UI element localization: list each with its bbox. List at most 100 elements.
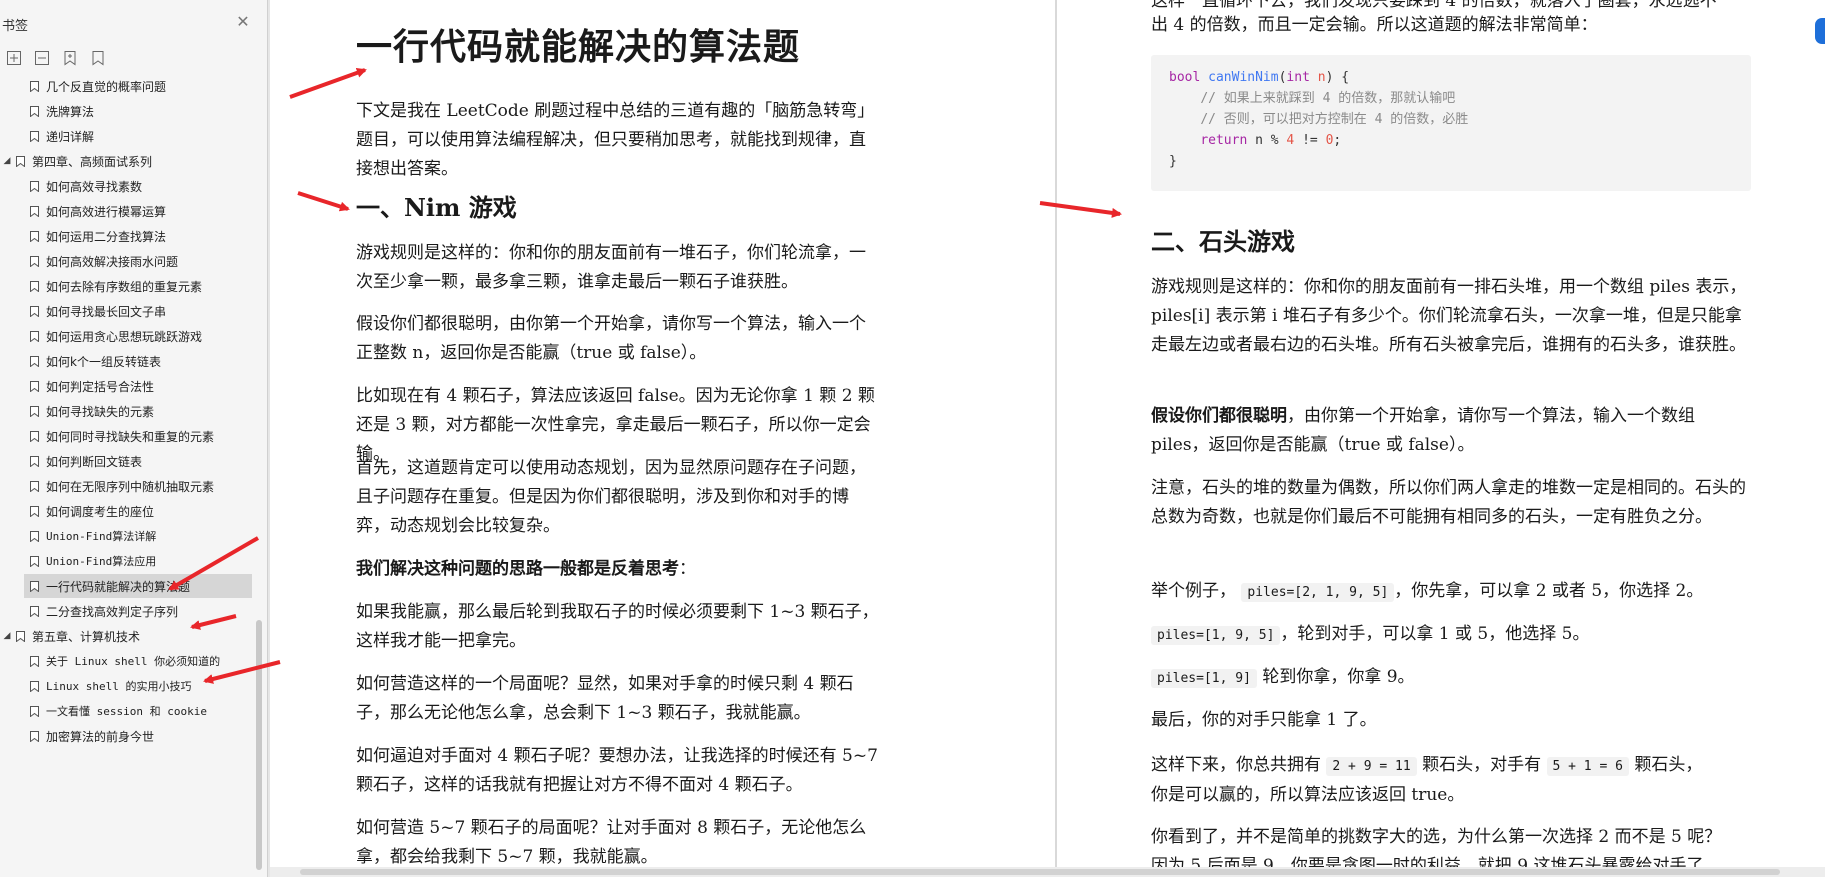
bookmark-item[interactable]: 如何高效解决接雨水问题 [0,249,262,273]
expand-toggle-icon[interactable]: ◢ [2,156,12,166]
bookmark-label: Union-Find算法应用 [46,555,157,568]
bookmark-item[interactable]: 一文看懂 session 和 cookie [0,699,262,723]
bookmark-label: 几个反直觉的概率问题 [46,79,167,94]
bookmark-item[interactable]: 如何判断回文链表 [0,449,262,473]
bookmark-chapter[interactable]: ◢ 第四章、高频面试系列 [0,149,262,173]
bookmark-icon[interactable] [90,50,106,66]
bookmark-icon [30,605,39,617]
bookmark-item[interactable]: 如何判定括号合法性 [0,374,262,398]
bookmark-item[interactable]: 一行代码就能解决的算法题 [24,574,252,598]
paragraph: 如果我能赢，那么最后轮到我取石子的时候必须要剩下 1~3 颗石子，这样我才能一把… [356,602,879,651]
bookmark-item[interactable]: 如何运用贪心思想玩跳跃游戏 [0,324,262,348]
code-block: bool canWinNim(int n) { // 如果上来就踩到 4 的倍数… [1151,55,1751,191]
document-page-left: 一行代码就能解决的算法题 下文是我在 LeetCode 刷题过程中总结的三道有趣… [270,0,1055,877]
paragraph: 假设你们都很聪明，由你第一个开始拿，请你写一个算法，输入一个数组 piles，返… [1151,402,1756,460]
code-param: n [1317,70,1326,85]
section-heading-stone: 二、石头游戏 [1151,227,1295,256]
bookmark-item[interactable]: 几个反直觉的概率问题 [0,74,262,98]
bookmark-item[interactable]: 加密算法的前身今世 [0,724,262,748]
bookmark-item[interactable]: 如何高效进行模幂运算 [0,199,262,223]
bookmark-item[interactable]: 如何运用二分查找算法 [0,224,262,248]
bookmark-label: 二分查找高效判定子序列 [46,604,179,619]
inline-code: 5 + 1 = 6 [1546,757,1629,776]
bookmark-item[interactable]: 如何调度考生的座位 [0,499,262,523]
paragraph: 举个例子， piles=[2, 1, 9, 5] ，你先拿，可以拿 2 或者 5，… [1151,577,1756,607]
bookmark-item[interactable]: 如何在无限序列中随机抽取元素 [0,474,262,498]
code-number: 4 [1286,133,1295,148]
code-text: != [1302,133,1318,148]
bookmark-item[interactable]: 洗牌算法 [0,99,262,123]
bookmark-icon [30,180,39,192]
side-panel-toggle[interactable] [1815,18,1825,44]
paragraph-line: 出 4 的倍数，而且一定会输。所以这道题的解法非常简单： [1151,15,1598,35]
bookmark-icon [16,630,25,642]
paragraph-line: 你看到了，并不是简单的挑数字大的选，为什么第一次选择 2 而不是 5 呢？ [1151,827,1722,847]
paragraph: 最后，你的对手只能拿 1 了。 [1151,710,1377,730]
close-icon[interactable]: ✕ [235,14,251,30]
bookmark-label: 加密算法的前身今世 [46,729,155,744]
bookmark-label: 一文看懂 session 和 cookie [46,705,207,718]
add-bookmark-icon[interactable] [62,50,78,66]
code-text: } [1169,154,1177,169]
bookmark-icon [30,330,39,342]
bookmark-item[interactable]: 如何k个一组反转链表 [0,349,262,373]
paragraph: 游戏规则是这样的：你和你的朋友面前有一堆石子，你们轮流拿，一次至少拿一颗，最多拿… [356,243,866,292]
bookmark-item[interactable]: Union-Find算法应用 [0,549,262,573]
bookmark-icon [30,655,39,667]
bookmarks-toolbar [6,50,106,70]
text: 颗石头， [1628,755,1703,775]
bookmark-icon [30,680,39,692]
bookmark-icon [30,455,39,467]
bookmark-item[interactable]: 如何寻找最长回文子串 [0,299,262,323]
bookmarks-title: 书签 [2,19,29,34]
scrollbar-thumb[interactable] [300,869,1780,875]
document-page-right: 这样一直循环下去，我们发现只要踩到 4 的倍数，就落入了圈套，永远逃不 出 4 … [1057,0,1825,877]
bookmark-label: 如何运用贪心思想玩跳跃游戏 [46,329,203,344]
bookmark-icon [30,530,39,542]
bookmark-item[interactable]: 如何寻找缺失的元素 [0,399,262,423]
horizontal-scrollbar[interactable] [270,867,1825,877]
bookmark-item[interactable]: 二分查找高效判定子序列 [0,599,262,623]
bookmark-label: 如何寻找最长回文子串 [46,304,167,319]
bookmark-chapter[interactable]: ◢ 第五章、计算机技术 [0,624,262,648]
bookmark-icon [30,580,39,592]
sidebar-scrollbar[interactable] [256,620,262,870]
bookmark-item[interactable]: Union-Find算法详解 [0,524,262,548]
bookmarks-panel: 书签 ✕ 几个反直觉的概率问题洗牌算法 递归详解 ◢ 第四章、高频面试系列如何高效寻找… [0,0,268,877]
bookmark-label: 一行代码就能解决的算法题 [46,579,191,594]
bookmark-item[interactable]: 递归详解 [0,124,262,148]
bookmark-label: 如何高效解决接雨水问题 [46,254,179,269]
bookmark-item[interactable]: 如何高效寻找素数 [0,174,262,198]
bookmark-item[interactable]: 关于 Linux shell 你必须知道的 [0,649,262,673]
text: 你是可以赢的，所以算法应该返回 true。 [1151,785,1465,805]
bookmark-label: Linux shell 的实用小技巧 [46,680,192,693]
bookmarks-header: 书签 ✕ [0,0,268,48]
code-keyword: bool [1169,70,1201,85]
bookmark-icon [30,205,39,217]
bookmark-label: 如何高效寻找素数 [46,179,143,194]
code-function: canWinNim [1208,70,1279,85]
inline-code: piles=[2, 1, 9, 5] [1241,583,1395,602]
inline-code: piles=[1, 9] [1151,669,1257,688]
bookmark-icon [30,305,39,317]
section-heading-nim: 一、Nim 游戏 [356,193,517,222]
paragraph: 游戏规则是这样的：你和你的朋友面前有一排石头堆，用一个数组 piles 表示，p… [1151,277,1747,355]
expand-all-icon[interactable] [6,50,22,66]
bookmark-item[interactable]: Linux shell 的实用小技巧 [0,674,262,698]
paragraph: 如何逼迫对手面对 4 颗石子呢？要想办法，让我选择的时候还有 5~7 颗石子，这… [356,746,878,795]
collapse-all-icon[interactable] [34,50,50,66]
bookmark-icon [30,555,39,567]
bookmark-icon [30,430,39,442]
bookmark-icon [30,355,39,367]
expand-toggle-icon[interactable]: ◢ [2,631,12,641]
bookmark-item[interactable]: 如何去除有序数组的重复元素 [0,274,262,298]
bookmark-item[interactable]: 如何同时寻找缺失和重复的元素 [0,424,262,448]
paragraph: 这样下来，你总共拥有 2 + 9 = 11 颗石头，对手有 5 + 1 = 6 … [1151,751,1756,810]
bookmark-label: 如何判断回文链表 [46,454,143,469]
bookmark-icon [30,480,39,492]
code-type: int [1286,70,1310,85]
paragraph: 如何营造 5~7 颗石子的局面呢？让对手面对 8 颗石子，无论他怎么拿，都会给我… [356,818,867,867]
text: ，你先拿，可以拿 2 或者 5，你选择 2。 [1394,581,1704,601]
bookmark-label: 如何运用二分查找算法 [46,229,167,244]
text: 轮到你拿，你拿 9。 [1256,667,1415,687]
